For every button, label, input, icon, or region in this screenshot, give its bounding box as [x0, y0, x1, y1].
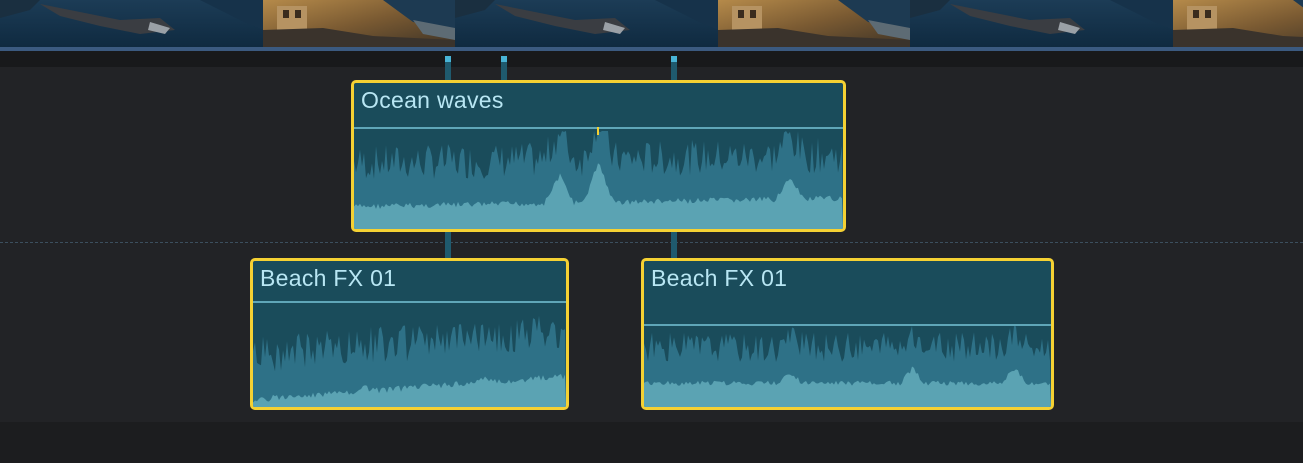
connection-line: [445, 228, 451, 261]
storyline-divider: [0, 242, 1303, 243]
connection-point: [501, 56, 507, 62]
clip-title: Beach FX 01: [651, 265, 788, 291]
connection-line: [445, 56, 451, 83]
connection-line: [671, 56, 677, 83]
audio-clip-beach-fx-01[interactable]: Beach FX 01: [250, 258, 569, 410]
connection-line: [671, 228, 677, 261]
connection-point: [671, 56, 677, 62]
audio-waveform: [253, 301, 566, 407]
filmstrip-thumbnails: [0, 0, 1303, 47]
primary-audio-lane: [0, 51, 1303, 67]
audio-clip-beach-fx-01-2[interactable]: Beach FX 01: [641, 258, 1054, 410]
connection-line: [501, 56, 507, 83]
audio-clip-ocean-waves[interactable]: Ocean waves: [351, 80, 846, 232]
clip-title: Beach FX 01: [260, 265, 397, 291]
clip-title: Ocean waves: [361, 87, 504, 113]
audio-waveform: [354, 127, 843, 229]
audio-waveform: [644, 324, 1051, 407]
video-clip-filmstrip[interactable]: [0, 0, 1303, 47]
timeline-empty-lane: [0, 422, 1303, 463]
connection-point: [445, 56, 451, 62]
